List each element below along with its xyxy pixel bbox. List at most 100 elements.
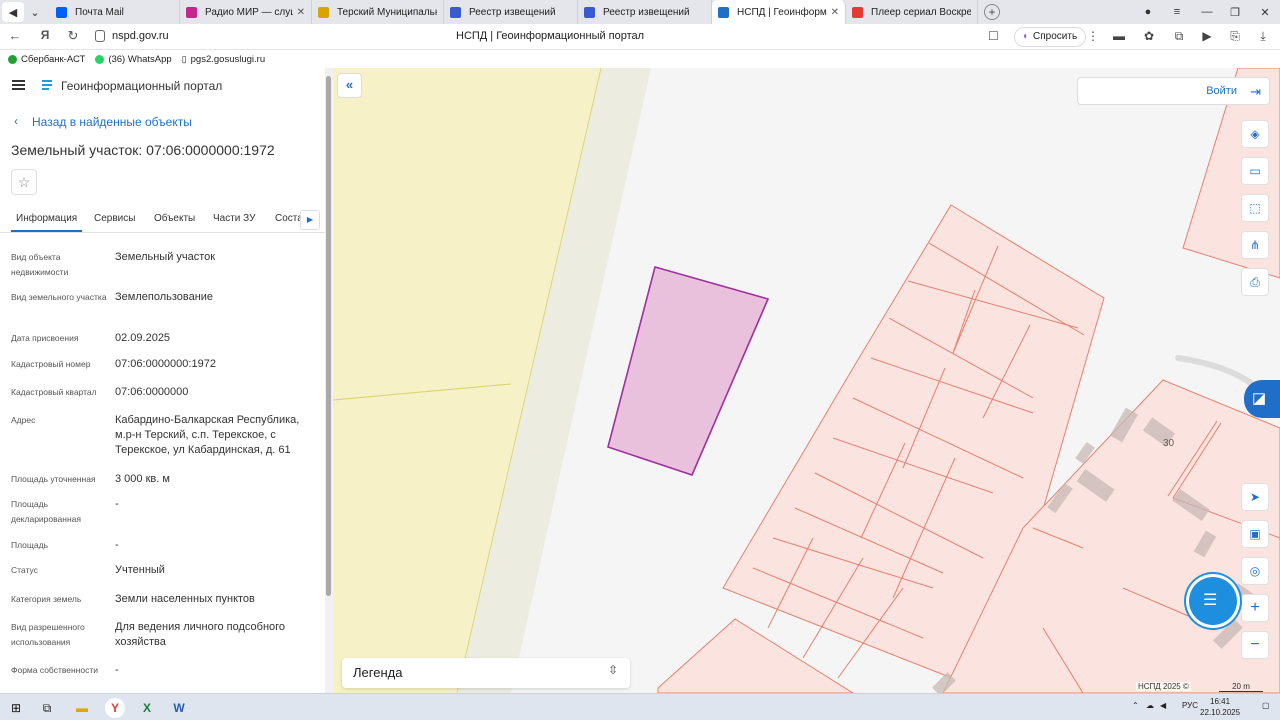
zoom-out-icon[interactable]: − (1241, 631, 1269, 659)
more-icon[interactable]: ⋮ (1086, 29, 1100, 43)
collapse-panel-button[interactable]: « (337, 73, 362, 98)
locate-arrow-icon[interactable]: ➤ (1241, 483, 1269, 511)
bookmark-icon[interactable]: ☐ (988, 29, 999, 43)
login-arrow-icon: ⇥ (1250, 84, 1261, 99)
layers-icon[interactable]: ◈ (1241, 120, 1269, 148)
map-canvas[interactable]: 30 (333, 68, 1280, 693)
reload-icon[interactable]: ↻ (64, 28, 82, 44)
legend-panel[interactable]: Легенда ⇳ (342, 658, 630, 688)
clock[interactable]: 16:41 22.10.2025 (1200, 696, 1240, 718)
browser-tab-bar: ◀︎ ⌄ Почта Mail Радио МИР — слушать ✕ Те… (0, 0, 1280, 24)
tab-player[interactable]: Плеер сериал Воскресшие (846, 0, 978, 24)
task-view-icon[interactable]: ⧉ (37, 698, 57, 718)
login-button[interactable]: Войти ⇥ (1077, 77, 1270, 105)
tab-composition[interactable]: Соста (275, 213, 303, 224)
field-label: Категория земель (11, 594, 82, 604)
hamburger-menu-icon[interactable] (12, 80, 25, 90)
tab-nspd[interactable]: НСПД | Геоинформационный ✕ (712, 0, 846, 24)
language-indicator[interactable]: РУС (1182, 701, 1198, 710)
profile-icon[interactable]: ● (1133, 0, 1163, 24)
field-value: Кабардино-Балкарская Республика, м.р-н Т… (115, 414, 300, 456)
eagle-icon (450, 6, 461, 18)
tabs-menu-chevron-icon[interactable]: ⌄ (24, 2, 46, 22)
select-area-icon[interactable]: ⬚ (1241, 194, 1269, 222)
radio-icon (186, 6, 197, 18)
field-value: - (115, 664, 119, 676)
media-icon[interactable]: ▶ (1200, 29, 1214, 43)
sidebar-scrollbar[interactable] (325, 68, 333, 693)
field-label: Вид разрешенного использования (11, 622, 85, 647)
print-icon[interactable]: ⎙ (1241, 268, 1269, 296)
share-icon[interactable]: ⋔ (1241, 231, 1269, 259)
tab-close-icon[interactable]: ✕ (831, 7, 839, 18)
extension-icon[interactable]: ✿ (1142, 29, 1156, 43)
tab-registry-1[interactable]: Реестр извещений (444, 0, 578, 24)
scrollbar-thumb[interactable] (326, 76, 331, 596)
road-curve (1175, 355, 1258, 389)
audio-icon[interactable]: ◀︎ (2, 2, 24, 22)
house-number-label: 30 (1163, 438, 1175, 449)
field-label: Статус (11, 565, 38, 575)
bookmark-label: pgs2.gosuslugi.ru (190, 53, 266, 65)
field-value: Учтенный (115, 564, 165, 576)
assistant-button[interactable]: ◪ (1244, 380, 1280, 418)
expand-icon: ⇳ (607, 663, 618, 677)
field-label: Площадь декларированная (11, 499, 81, 524)
tab-mail[interactable]: Почта Mail (50, 0, 180, 24)
restore-icon[interactable]: ❐ (1220, 0, 1250, 24)
volume-icon[interactable]: ◀ (1160, 701, 1166, 710)
minimap-icon[interactable]: ▣ (1241, 520, 1269, 548)
chevron-right-icon[interactable]: ▶ (300, 210, 320, 230)
bookmark-sberbank[interactable]: Сбербанк-АСТ (8, 54, 85, 65)
chevron-left-icon[interactable]: ‹ (14, 114, 18, 128)
cloud-icon[interactable]: ▬ (1112, 29, 1126, 43)
puzzle-icon[interactable]: ⧉ (1172, 29, 1186, 43)
object-tabs: Информация Сервисы Объекты Части ЗУ Сост… (0, 207, 325, 233)
download-icon[interactable]: ⤓ (1256, 29, 1270, 43)
selected-parcel[interactable] (607, 266, 770, 476)
close-window-icon[interactable]: ✕ (1250, 0, 1280, 24)
zoom-in-icon[interactable]: + (1241, 594, 1269, 622)
tab-registry-2[interactable]: Реестр извещений (578, 0, 712, 24)
field-label: Кадастровый номер (11, 359, 91, 369)
field-value: Земли населенных пунктов (115, 593, 255, 605)
chat-icon: ☰ (1203, 592, 1218, 609)
favorite-star-icon[interactable]: ☆ (11, 169, 37, 195)
tab-tersky[interactable]: Терский Муниципальный (312, 0, 444, 24)
network-icon[interactable]: ☁ (1146, 701, 1154, 710)
word-icon[interactable]: W (169, 698, 189, 718)
new-tab-icon[interactable]: + (984, 4, 1000, 20)
excel-icon[interactable]: X (137, 698, 157, 718)
tab-services[interactable]: Сервисы (94, 213, 135, 224)
minimize-icon[interactable]: — (1192, 0, 1222, 24)
tab-label: Реестр извещений (603, 6, 690, 18)
bookmark-gosuslugi[interactable]: ▯ pgs2.gosuslugi.ru (182, 54, 265, 65)
ask-button[interactable]: ◐ Спросить (1014, 27, 1087, 47)
geolocation-icon[interactable]: ◎ (1241, 557, 1269, 585)
field-label: Адрес (11, 415, 36, 425)
yandex-icon[interactable]: Я (36, 28, 54, 42)
tab-parts[interactable]: Части ЗУ (213, 213, 255, 224)
notifications-icon[interactable]: ▢ (1262, 701, 1270, 710)
tab-radio[interactable]: Радио МИР — слушать ✕ (180, 0, 312, 24)
tab-close-icon[interactable]: ✕ (297, 7, 305, 18)
menu-icon[interactable]: ≡ (1162, 0, 1192, 24)
bookmark-label: (36) WhatsApp (108, 53, 172, 65)
bookmarks-panel-icon[interactable]: ⎘ (1228, 29, 1242, 43)
tray-chevron-icon[interactable]: ⌃ (1132, 701, 1139, 710)
back-arrow-icon[interactable]: ← (6, 28, 24, 43)
url-text[interactable]: nspd.gov.ru (112, 30, 169, 42)
tab-objects[interactable]: Объекты (154, 213, 195, 224)
field-value: Землепользование (115, 291, 214, 303)
map-view[interactable]: 30 « Войти ⇥ ◈ ▭ ⬚ ⋔ ⎙ ◪ ➤ ▣ ◎ + − ☰ Лег… (333, 68, 1280, 693)
back-to-results-link[interactable]: Назад в найденные объекты (32, 115, 192, 129)
ruler-icon[interactable]: ▭ (1241, 157, 1269, 185)
lock-icon (95, 30, 105, 42)
yandex-browser-icon[interactable]: Y (105, 698, 125, 718)
bookmark-whatsapp[interactable]: (36) WhatsApp (95, 53, 172, 65)
nspd-logo-icon (42, 80, 52, 90)
file-explorer-icon[interactable]: ▬ (72, 698, 92, 718)
tab-info[interactable]: Информация (11, 213, 83, 232)
chat-button[interactable]: ☰ (1189, 577, 1237, 625)
windows-start-icon[interactable]: ⊞ (6, 698, 26, 718)
